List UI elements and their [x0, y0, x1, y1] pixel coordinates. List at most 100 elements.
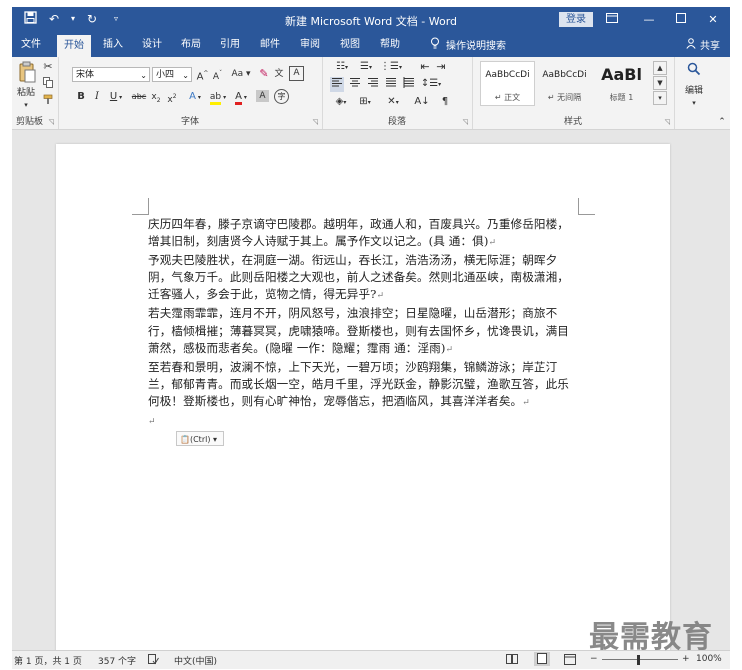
text-effects-icon[interactable]: A ▾ — [186, 90, 204, 105]
multilevel-list-icon[interactable]: ⋮☰▾ — [380, 60, 402, 75]
character-shading-icon[interactable]: A — [256, 90, 269, 102]
customize-quick-access-icon[interactable]: ▿ — [108, 11, 124, 27]
font-name-combo[interactable]: 宋体 ⌄ — [72, 67, 150, 82]
proofing-icon[interactable] — [148, 654, 159, 668]
tab-references[interactable]: 引用 — [213, 37, 247, 53]
cut-icon[interactable]: ✂ — [42, 60, 54, 74]
line-spacing-icon[interactable]: ↕☰▾ — [420, 77, 442, 92]
superscript-icon[interactable]: x2 — [166, 90, 178, 107]
language-indicator[interactable]: 中文(中国) — [174, 654, 217, 667]
clear-formatting-icon[interactable]: ✎ — [258, 67, 270, 81]
print-layout-icon[interactable] — [534, 652, 550, 666]
font-size-combo[interactable]: 小四 ⌄ — [152, 67, 192, 82]
distributed-icon[interactable] — [402, 77, 416, 92]
empty-paragraph[interactable]: ↵ — [148, 412, 578, 431]
save-icon[interactable] — [22, 11, 38, 27]
align-left-icon[interactable] — [330, 77, 344, 92]
tab-layout[interactable]: 布局 — [174, 37, 208, 53]
collapse-ribbon-icon[interactable]: ⌃ — [716, 115, 728, 129]
character-border-icon[interactable]: A — [289, 66, 304, 81]
undo-dropdown-icon[interactable]: ▾ — [70, 11, 76, 27]
document-area[interactable]: 庆历四年春，滕子京谪守巴陵郡。越明年，政通人和，百废具兴。乃重修岳阳楼，增其旧制… — [12, 130, 730, 664]
align-right-icon[interactable] — [366, 77, 380, 92]
style-no-spacing[interactable]: AaBbCcDi ↵ 无间隔 — [537, 61, 592, 106]
paste-options-button[interactable]: 📋(Ctrl) ▾ — [176, 431, 224, 446]
paragraph-text: 若夫霪雨霏霏，连月不开，阴风怒号，浊浪排空；日星隐曜，山岳潜形；商旅不行，樯倾楫… — [148, 306, 569, 355]
page-count[interactable]: 第 1 页，共 1 页 — [14, 654, 82, 667]
grow-font-icon[interactable]: A^ — [196, 67, 209, 84]
paragraph[interactable]: 若夫霪雨霏霏，连月不开，阴风怒号，浊浪排空；日星隐曜，山岳潜形；商旅不行，樯倾楫… — [148, 305, 578, 358]
zoom-slider-thumb[interactable] — [637, 655, 640, 665]
ribbon-display-options-icon[interactable] — [597, 10, 627, 30]
sort-icon[interactable]: A↓ — [414, 95, 430, 109]
minimize-icon[interactable]: — — [634, 10, 664, 30]
zoom-slider[interactable] — [602, 659, 678, 660]
phonetic-guide-icon[interactable]: 文 — [273, 67, 285, 81]
styles-scroll-down-icon[interactable]: ▼ — [653, 76, 667, 90]
justify-icon[interactable] — [384, 77, 398, 92]
editing-dropdown-icon[interactable]: ▾ — [690, 96, 698, 110]
styles-launcher-icon[interactable]: ◹ — [665, 118, 670, 126]
tab-insert[interactable]: 插入 — [96, 37, 130, 53]
document-page[interactable]: 庆历四年春，滕子京谪守巴陵郡。越明年，政通人和，百废具兴。乃重修岳阳楼，增其旧制… — [56, 144, 670, 664]
close-icon[interactable]: ✕ — [698, 10, 728, 30]
styles-more-icon[interactable]: ▾ — [653, 91, 667, 105]
paste-icon[interactable] — [17, 61, 37, 87]
tab-view[interactable]: 视图 — [333, 37, 367, 53]
underline-icon[interactable]: U ▾ — [108, 90, 124, 105]
paragraph[interactable]: 至若春和景明，波澜不惊，上下天光，一碧万顷；沙鸥翔集，锦鳞游泳；岸芷汀兰，郁郁青… — [148, 359, 578, 412]
person-icon — [686, 37, 696, 52]
style-heading-1[interactable]: AaBl 标题 1 — [594, 61, 649, 106]
undo-icon[interactable]: ↶ — [46, 11, 62, 27]
tab-file[interactable]: 文件 — [14, 37, 48, 53]
paragraph-shading-icon[interactable]: ◈▾ — [330, 95, 352, 110]
clipboard-launcher-icon[interactable]: ◹ — [49, 118, 54, 126]
increase-indent-icon[interactable]: ⇥ — [434, 60, 448, 74]
paragraph-launcher-icon[interactable]: ◹ — [463, 118, 468, 126]
align-center-icon[interactable] — [348, 77, 362, 92]
show-marks-icon[interactable]: ¶ — [438, 95, 452, 109]
styles-scroll-up-icon[interactable]: ▲ — [653, 61, 667, 75]
subscript-icon[interactable]: x2 — [150, 90, 162, 108]
word-count[interactable]: 357 个字 — [98, 654, 136, 667]
login-button[interactable]: 登录 — [559, 12, 593, 27]
paste-dropdown-icon[interactable]: ▾ — [23, 98, 29, 112]
share-label: 共享 — [700, 41, 720, 52]
styles-group-label: 样式 — [563, 117, 582, 127]
numbering-icon[interactable]: ☰▾ — [356, 60, 376, 75]
bullets-icon[interactable]: ☷▾ — [332, 60, 352, 75]
paragraph[interactable]: 庆历四年春，滕子京谪守巴陵郡。越明年，政通人和，百废具兴。乃重修岳阳楼，增其旧制… — [148, 216, 578, 252]
font-color-icon[interactable]: A ▾ — [232, 90, 250, 105]
highlight-color-icon[interactable]: ab ▾ — [208, 90, 228, 105]
share-button[interactable]: 共享 — [686, 37, 720, 52]
shrink-font-icon[interactable]: Aˇ — [211, 67, 224, 84]
tab-review[interactable]: 审阅 — [293, 37, 327, 53]
style-name: ↵ 无间隔 — [547, 93, 582, 102]
tell-me-box[interactable]: 操作说明搜索 — [430, 37, 506, 52]
document-body[interactable]: 庆历四年春，滕子京谪守巴陵郡。越明年，政通人和，百废具兴。乃重修岳阳楼，增其旧制… — [148, 216, 578, 431]
tab-home[interactable]: 开始 — [57, 35, 91, 57]
paragraph[interactable]: 予观夫巴陵胜状，在洞庭一湖。衔远山，吞长江，浩浩汤汤，横无际涯；朝晖夕阴，气象万… — [148, 252, 578, 305]
change-case-icon[interactable]: Aa ▾ — [230, 67, 252, 81]
web-layout-icon[interactable] — [564, 654, 576, 668]
ribbon: 粘贴 ▾ ✂ 剪贴板 ◹ 宋体 ⌄ 小四 ⌄ A^ Aˇ Aa ▾ ✎ 文 A … — [12, 57, 730, 130]
format-painter-icon[interactable] — [42, 94, 54, 109]
strikethrough-icon[interactable]: abc — [130, 90, 148, 104]
search-icon[interactable] — [685, 62, 703, 80]
maximize-icon[interactable] — [666, 10, 696, 30]
copy-icon[interactable] — [42, 77, 54, 92]
editing-group: 编辑 ▾ — [674, 57, 714, 129]
chinese-layout-icon[interactable]: ✕▾ — [382, 95, 404, 110]
bold-icon[interactable]: B — [76, 90, 86, 104]
decrease-indent-icon[interactable]: ⇤ — [418, 60, 432, 74]
enclose-characters-icon[interactable]: 字 — [274, 89, 289, 104]
redo-icon[interactable]: ↻ — [84, 11, 100, 27]
read-mode-icon[interactable] — [506, 654, 518, 667]
font-launcher-icon[interactable]: ◹ — [313, 118, 318, 126]
tab-help[interactable]: 帮助 — [373, 37, 407, 53]
italic-icon[interactable]: I — [92, 90, 102, 104]
tab-mailings[interactable]: 邮件 — [253, 37, 287, 53]
tab-design[interactable]: 设计 — [135, 37, 169, 53]
borders-icon[interactable]: ⊞▾ — [354, 95, 376, 110]
style-normal[interactable]: AaBbCcDi ↵ 正文 — [480, 61, 535, 106]
